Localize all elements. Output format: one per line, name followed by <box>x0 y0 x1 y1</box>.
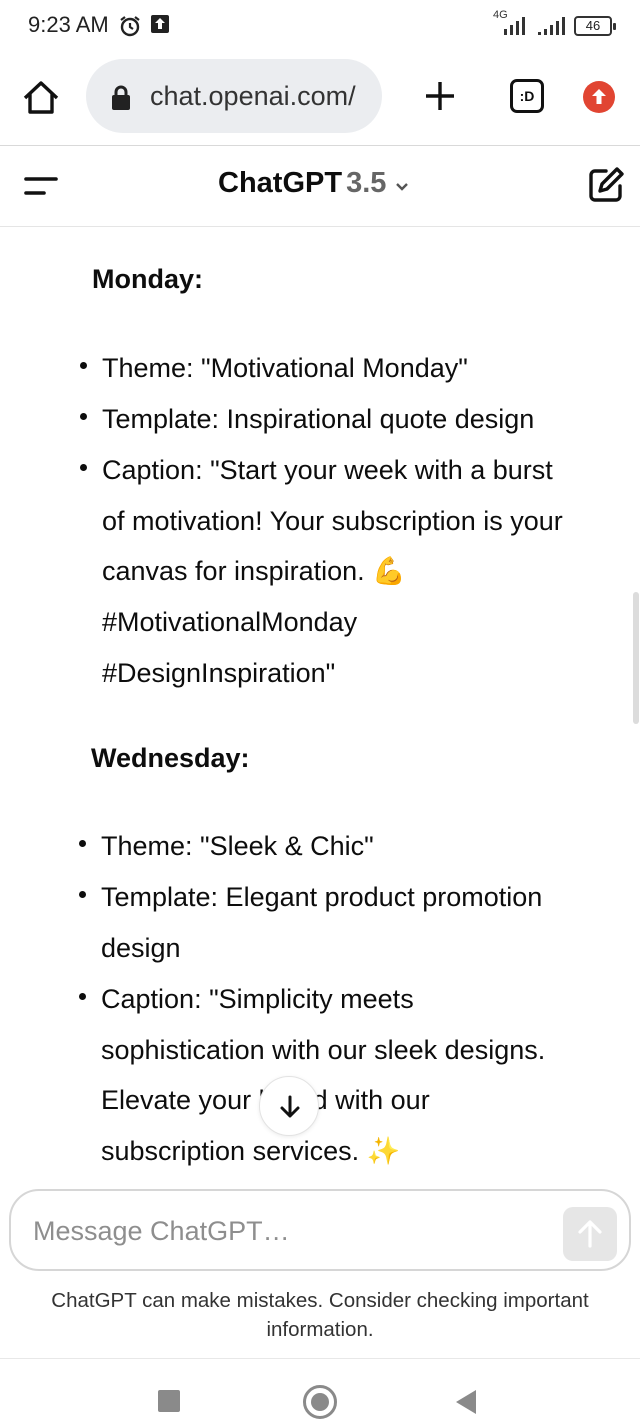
bullet <box>80 464 87 471</box>
tab-switcher-button[interactable]: :D <box>510 79 544 113</box>
system-home-button[interactable] <box>303 1385 337 1419</box>
list-item-line: subscription services. ✨ <box>101 1136 401 1167</box>
list-item-line: #MotivationalMonday <box>102 607 358 638</box>
list-item-line: Elevate your brand with our <box>101 1085 430 1116</box>
browser-toolbar: chat.openai.com/ :D <box>0 52 640 146</box>
upload-notification-icon <box>150 14 170 39</box>
bullet <box>79 840 86 847</box>
list-item-line: Caption: "Simplicity meets <box>101 984 414 1014</box>
list-item-line: Theme: "Motivational Monday" <box>102 353 468 383</box>
bullet <box>79 993 86 1000</box>
signal-strength-icon <box>500 17 530 40</box>
list-item-line: Template: Inspirational quote design <box>102 404 535 434</box>
list-item-monday-template: Template: Inspirational quote design <box>102 394 534 445</box>
list-item-line: canvas for inspiration. 💪 <box>102 556 406 587</box>
bullet <box>80 362 87 369</box>
lock-icon <box>110 85 132 116</box>
model-name: ChatGPT <box>218 167 343 199</box>
list-item-line: Theme: "Sleek & Chic" <box>101 831 374 861</box>
list-item-line: #DesignInspiration" <box>102 657 336 688</box>
status-time: 9:23 AM <box>28 12 109 37</box>
list-item-wednesday-template: Template: Elegant product promotion desi… <box>101 872 542 973</box>
message-input[interactable] <box>33 1211 523 1251</box>
section-heading-monday: Monday: <box>92 264 203 294</box>
signal-strength-icon-2 <box>538 17 568 40</box>
arrow-up-icon <box>578 1220 602 1248</box>
new-tab-button[interactable] <box>420 76 460 116</box>
message-composer <box>9 1189 631 1271</box>
list-item-monday-theme: Theme: "Motivational Monday" <box>102 343 468 394</box>
alarm-icon <box>118 14 142 43</box>
plus-icon <box>426 82 454 110</box>
update-button[interactable] <box>583 81 615 113</box>
scroll-to-bottom-button[interactable] <box>259 1076 319 1136</box>
system-navigation-bar <box>0 1358 640 1422</box>
model-version: 3.5 <box>346 167 387 199</box>
list-item-line: Template: Elegant product promotion <box>101 882 543 912</box>
scrollbar[interactable] <box>633 592 639 724</box>
back-triangle-icon <box>456 1390 476 1414</box>
disclaimer-text: ChatGPT can make mistakes. Consider chec… <box>51 1289 589 1341</box>
menu-button[interactable] <box>22 171 60 201</box>
list-item-monday-caption: Caption: "Start your week with a burst o… <box>102 445 563 699</box>
section-heading-wednesday: Wednesday: <box>91 743 250 773</box>
list-item-line: design <box>101 932 181 963</box>
home-icon <box>23 81 59 114</box>
list-item-line: of motivation! Your subscription is your <box>102 505 563 536</box>
list-item-line: sophistication with our sleek designs. <box>101 1034 546 1065</box>
recent-apps-button[interactable] <box>158 1390 180 1412</box>
send-button[interactable] <box>563 1207 617 1261</box>
chevron-down-icon <box>394 168 410 201</box>
address-bar[interactable]: chat.openai.com/ <box>86 59 382 133</box>
arrow-up-icon <box>592 89 606 104</box>
battery-icon: 46 <box>574 16 616 36</box>
arrow-down-icon <box>280 1095 300 1118</box>
home-button[interactable] <box>20 77 62 119</box>
status-bar: 9:23 AM 4G 46 <box>0 0 640 52</box>
menu-icon <box>24 177 58 195</box>
model-selector[interactable]: ChatGPT 3.5 <box>218 167 410 201</box>
chat-header: ChatGPT 3.5 <box>0 147 640 227</box>
back-button[interactable] <box>455 1389 477 1420</box>
list-item-line: Caption: "Start your week with a burst <box>102 455 553 485</box>
new-chat-button[interactable] <box>586 165 626 205</box>
url-text: chat.openai.com/ <box>150 81 356 111</box>
list-item-wednesday-caption: Caption: "Simplicity meets sophisticatio… <box>101 974 545 1177</box>
bullet <box>79 891 86 898</box>
edit-icon <box>589 167 624 202</box>
bullet <box>80 413 87 420</box>
list-item-wednesday-theme: Theme: "Sleek & Chic" <box>101 821 374 872</box>
conversation-content: Monday: Theme: "Motivational Monday" Tem… <box>0 228 640 1188</box>
